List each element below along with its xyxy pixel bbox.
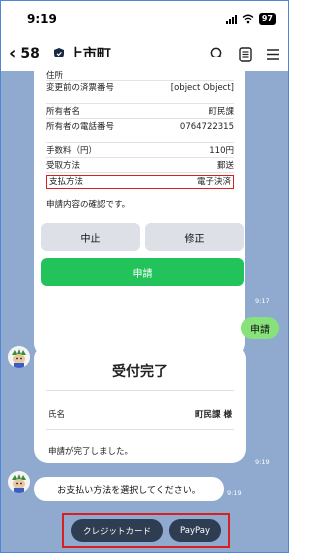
name-label: 氏名 <box>48 410 66 420</box>
wifi-icon <box>242 14 254 24</box>
message-time: 9:19 <box>255 458 270 466</box>
message-time: 9:19 <box>227 489 242 497</box>
notes-icon[interactable] <box>239 46 252 62</box>
status-bar: 9:19 97 <box>1 1 288 37</box>
status-icons: 97 <box>225 13 276 25</box>
chevron-left-icon: ‹ <box>9 43 17 64</box>
bot-message-bubble: お支払い方法を選択してください。 <box>34 477 224 501</box>
message-time: 9:17 <box>255 297 270 305</box>
back-button[interactable]: ‹ 58 <box>9 45 40 63</box>
quick-reply-credit-card[interactable]: クレジットカード <box>71 519 163 542</box>
divider <box>46 429 234 430</box>
form-row-payment: 支払方法 電子決済 <box>46 175 234 189</box>
unread-count: 58 <box>20 46 40 62</box>
cancel-button[interactable]: 中止 <box>41 223 140 251</box>
user-message-bubble: 申請 <box>241 317 279 339</box>
application-form-card: 住所 変更前の済票番号 [object Object] 所有者名 町民課 所有者… <box>34 57 245 357</box>
form-row-delivery: 受取方法 郵送 <box>46 161 234 173</box>
completion-text: 申請が完了しました。 <box>48 447 134 457</box>
bot-avatar[interactable] <box>8 346 30 368</box>
edit-button[interactable]: 修正 <box>145 223 244 251</box>
signal-icon <box>225 14 237 24</box>
battery-indicator: 97 <box>258 13 276 25</box>
clock: 9:19 <box>27 12 57 26</box>
form-row-previous-tag: 変更前の済票番号 [object Object] <box>46 83 234 104</box>
apply-button[interactable]: 申請 <box>41 258 244 286</box>
form-row-fee: 手数料（円） 110円 <box>46 146 234 158</box>
bot-avatar[interactable] <box>8 471 30 493</box>
menu-icon[interactable] <box>266 48 280 61</box>
form-row-address: 住所 <box>46 71 234 81</box>
name-value: 町民課 様 <box>195 410 232 420</box>
read-receipt: 既読 9:18 <box>223 320 237 335</box>
receipt-card: 受付完了 氏名 町民課 様 申請が完了しました。 <box>34 345 246 463</box>
chat-area[interactable]: 住所 変更前の済票番号 [object Object] 所有者名 町民課 所有者… <box>1 57 288 552</box>
receipt-title: 受付完了 <box>112 364 168 380</box>
app-frame: 9:19 97 ‹ 58 上市町 住所 変更前の済票番号 [object Obj… <box>0 0 289 553</box>
confirm-text: 申請内容の確認です。 <box>46 200 131 210</box>
divider <box>46 390 234 391</box>
quick-reply-bar: クレジットカード PayPay <box>62 513 230 548</box>
form-row-owner-name: 所有者名 町民課 <box>46 107 234 119</box>
quick-reply-paypay[interactable]: PayPay <box>169 519 221 542</box>
form-row-owner-phone: 所有者の電話番号 0764722315 <box>46 122 234 143</box>
